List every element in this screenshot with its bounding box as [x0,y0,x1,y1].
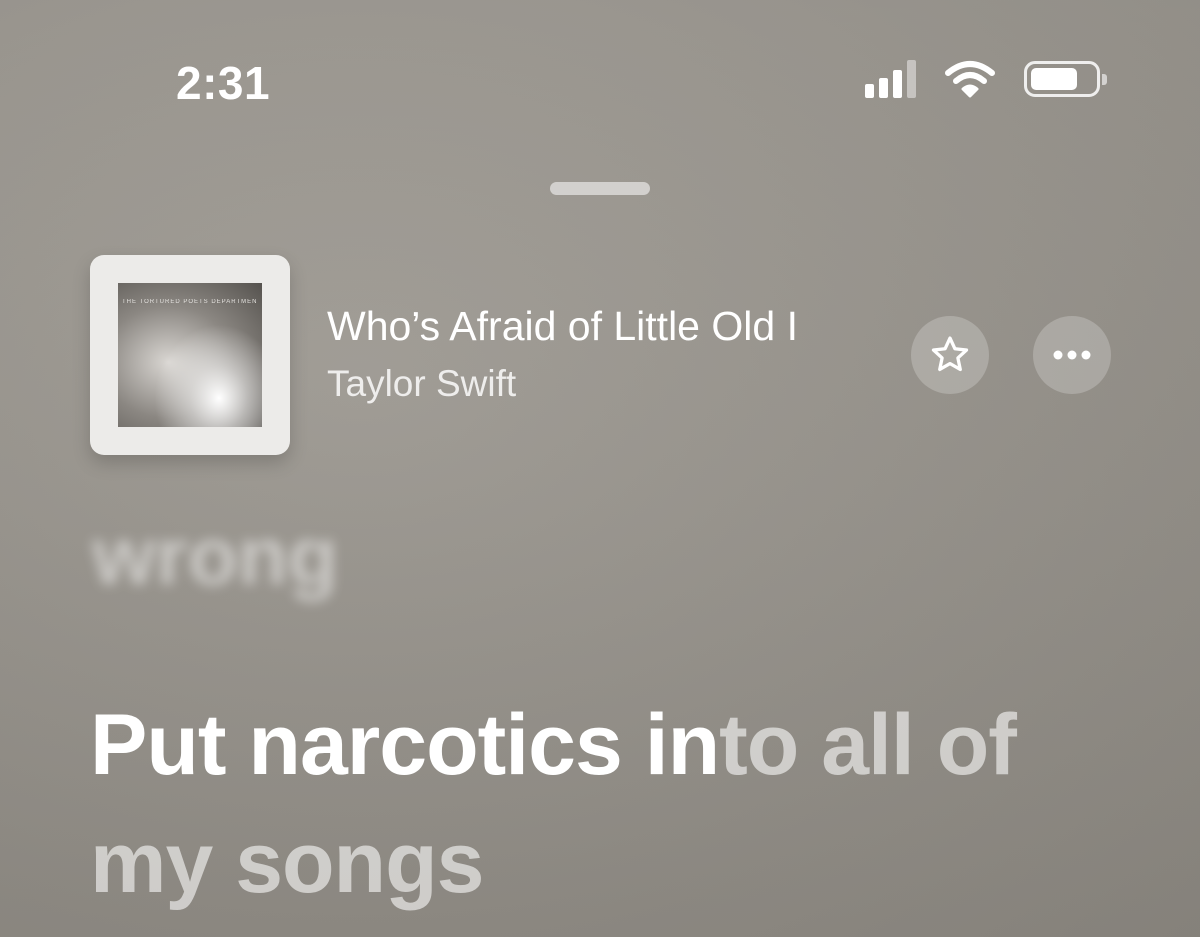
status-time: 2:31 [176,57,271,109]
song-title[interactable]: Who’s Afraid of Little Old I [327,303,883,350]
lyric-line-previous[interactable]: wrong [92,510,338,604]
album-cover-caption: THE TORTURED POETS DEPARTMENT [122,299,258,305]
ellipsis-icon [1053,350,1091,360]
song-artist[interactable]: Taylor Swift [327,363,516,405]
album-artwork[interactable]: THE TORTURED POETS DEPARTMENT [90,255,290,455]
sheet-grabber-handle[interactable] [550,182,650,195]
more-options-button[interactable] [1033,316,1111,394]
wifi-icon [945,61,995,98]
lyric-sung-portion: Put narcotics in [90,697,720,793]
status-indicators [865,60,1107,98]
cellular-signal-icon [865,60,916,98]
battery-icon [1024,61,1107,97]
favorite-button[interactable] [911,316,989,394]
lyric-line-current[interactable]: Put narcotics into all of my songs [90,686,1130,922]
star-outline-icon [931,336,969,372]
